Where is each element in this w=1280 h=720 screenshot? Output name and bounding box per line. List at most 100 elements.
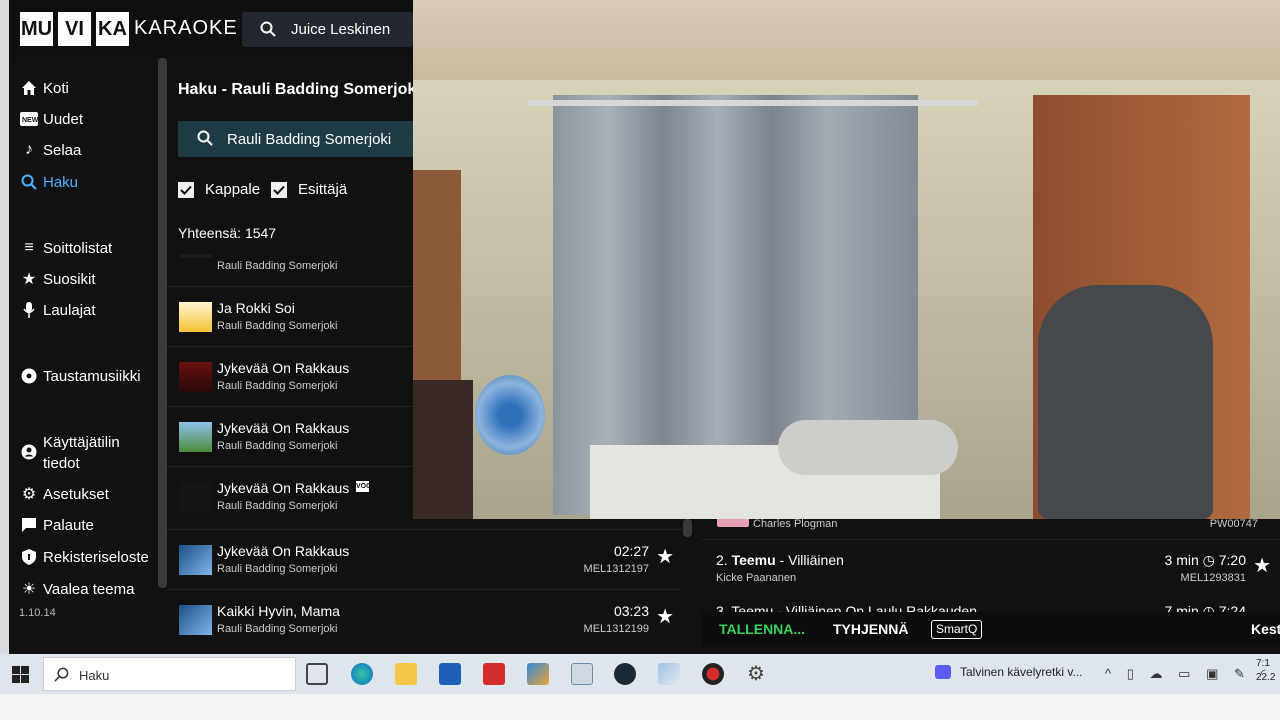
taskbar-search-placeholder: Haku [79,668,110,683]
app-pen-icon[interactable] [658,663,680,685]
song-code: MEL1312199 [583,623,649,635]
sidebar-item-label: Käyttäjätilin [43,434,120,451]
windows-start-button[interactable] [12,666,29,683]
sidebar-item-koti[interactable]: Koti [20,79,69,97]
sidebar-item-uudet[interactable]: NEW Uudet [20,110,83,128]
tray-pen-icon[interactable]: ✎ [1234,666,1251,681]
queue-actions: TALLENNA... TYHJENNÄ SmartQ Kest [702,612,1280,647]
muvika-app-window: MU VI KA KARAOKE Juice Leskinen Koti NEW… [0,0,1280,654]
home-icon [20,79,38,97]
filter-kappale-checkbox[interactable]: Kappale [178,181,260,198]
clear-queue-button[interactable]: TYHJENNÄ [833,621,908,637]
queue-song: - Villiäinen [775,552,844,568]
queue-title: 3. Teemu - Villiäinen On Laulu Rakkauden [716,603,977,612]
favorite-star-icon[interactable]: ★ [1253,553,1271,578]
list-item[interactable]: Jykevää On Rakkaus Rauli Badding Somerjo… [167,346,413,406]
media-now-playing[interactable]: Talvinen kävelyretki v... [935,665,1083,679]
top-search-field[interactable]: Juice Leskinen [242,12,413,47]
sidebar-item-laulajat[interactable]: Laulajat [20,301,96,319]
sidebar-item-palaute[interactable]: Palaute [20,516,94,534]
app-header: MU VI KA KARAOKE Juice Leskinen [9,0,413,58]
sidebar-item-taustamusiikki[interactable]: Taustamusiikki [20,367,141,385]
room-chair [1038,285,1213,519]
app-l-icon[interactable] [483,663,505,685]
list-item[interactable]: Jykevää On Rakkaus VOC Rauli Badding Som… [167,466,413,519]
list-item[interactable]: Rauli Badding Somerjoki [167,246,413,286]
list-item[interactable]: Ja Rokki Soi Rauli Badding Somerjoki [167,286,413,346]
queue-code: MEL1293831 [1180,572,1246,584]
account-icon [20,443,38,461]
list-item[interactable]: Jykevää On Rakkaus Rauli Badding Somerjo… [167,406,413,466]
smartq-toggle[interactable]: SmartQ [931,620,983,639]
queue-singer: Teemu [731,552,776,568]
app-notepad-icon[interactable] [571,663,593,685]
search-icon [197,130,213,151]
tray-cloud-icon[interactable]: ☁ [1150,666,1169,681]
sidebar-item-label: Rekisteriseloste [43,548,149,566]
song-title: Jykevää On Rakkaus [217,420,350,436]
logo-ka: KA [96,12,129,46]
queue-item[interactable]: 2. Teemu - Villiäinen Kicke Paananen 3 m… [702,539,1280,599]
settings-gear-icon[interactable]: ⚙ [745,663,767,685]
duration-button[interactable]: Kest [1251,621,1280,637]
tray-app-icon[interactable]: ▯ [1127,666,1140,681]
media-icon [935,665,951,679]
list-item[interactable]: Jykevää On Rakkaus Rauli Badding Somerjo… [167,529,682,589]
top-search-value: Juice Leskinen [291,21,391,38]
shield-icon [20,548,38,566]
steam-icon[interactable] [614,663,636,685]
song-thumbnail [179,605,212,635]
screen: MU VI KA KARAOKE Juice Leskinen Koti NEW… [0,0,1280,720]
search-icon [260,21,276,42]
sidebar-item-label: Laulajat [43,301,96,319]
room-left-shelf [413,170,461,380]
sidebar-item-kayttajatili[interactable]: Käyttäjätilin tiedot [20,432,120,474]
task-view-icon[interactable] [306,663,328,685]
filter-esittaja-checkbox[interactable]: Esittäjä [271,181,347,198]
checkmark-icon [178,181,194,198]
sidebar-item-label: Asetukset [43,485,109,503]
sidebar: Koti NEW Uudet ♪ Selaa Haku ≡ Soittolist… [9,58,167,654]
favorite-star-icon[interactable]: ★ [656,604,674,629]
queue-item-partial[interactable]: 3. Teemu - Villiäinen On Laulu Rakkauden… [702,600,1280,612]
logo-word: KARAOKE [134,17,238,39]
search-icon [54,667,69,687]
sidebar-item-asetukset[interactable]: ⚙ Asetukset [20,485,109,504]
search-input[interactable]: Rauli Badding Somerjoki [178,121,413,157]
sidebar-item-rekisteriseloste[interactable]: Rekisteriseloste [20,548,149,566]
taskbar-clock[interactable]: 7:1 22.2 [1256,657,1280,685]
tray-chevron-icon[interactable]: ^ [1105,666,1117,681]
sidebar-item-haku[interactable]: Haku [20,173,78,191]
app-record-icon[interactable] [702,663,724,685]
file-explorer-icon[interactable] [395,663,417,685]
playlist-icon: ≡ [24,239,34,256]
tray-display-icon[interactable]: ▣ [1206,666,1224,681]
window-edge [0,0,9,654]
taskbar-search-input[interactable]: Haku [43,657,296,691]
sidebar-item-vaalea-teema[interactable]: ☀ Vaalea teema [20,580,135,599]
sidebar-item-suosikit[interactable]: ★ Suosikit [20,270,96,289]
system-tray[interactable]: ^ ▯ ☁ ▭ ▣ ✎ ◜ ◁ [1105,666,1280,682]
search-icon [20,173,38,191]
queue-number: 2. [716,552,728,568]
room-crib [413,380,473,519]
svg-text:NEW: NEW [22,117,38,124]
queue-item-partial[interactable]: Charles Plogman PW00747 [702,519,1280,537]
song-artist: Rauli Badding Somerjoki [217,260,338,272]
tray-battery-icon[interactable]: ▭ [1178,666,1196,681]
sidebar-scrollbar[interactable] [158,58,167,588]
sidebar-item-label: Uudet [43,110,84,128]
song-thumbnail [179,482,212,512]
edge-browser-icon[interactable] [351,663,373,685]
save-queue-button[interactable]: TALLENNA... [719,621,805,637]
taskbar: Haku ⚙ Talvinen kävelyretki v... ^ ▯ ☁ ▭… [0,654,1280,694]
store-icon[interactable] [439,663,461,685]
list-item[interactable]: Kaikki Hyvin, Mama Rauli Badding Somerjo… [167,589,682,649]
song-artist: Rauli Badding Somerjoki [217,440,338,452]
sidebar-item-soittolistat[interactable]: ≡ Soittolistat [20,239,112,257]
app-cube-icon[interactable] [527,663,549,685]
sidebar-item-selaa[interactable]: ♪ Selaa [20,141,81,159]
results-scrollbar[interactable] [683,519,692,537]
favorite-star-icon[interactable]: ★ [656,544,674,569]
filter-label: Esittäjä [298,181,348,198]
